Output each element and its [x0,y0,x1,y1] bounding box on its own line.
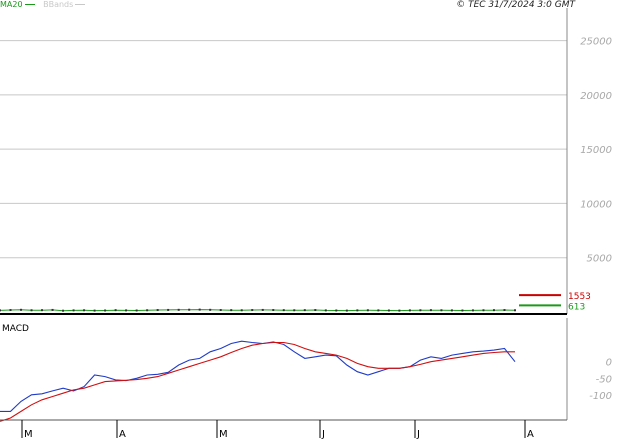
stock-chart-svg: 5000 10000 15000 20000 25000 1553613 MACD 0 -… [0,8,612,440]
price-bar-mark [9,309,12,312]
price-bar-mark [514,309,516,312]
price-y-tick-label: 20000 [580,91,612,102]
x-tick-label: M [219,429,228,440]
price-bar-mark [51,308,54,311]
price-bar-mark [0,309,1,312]
price-markers-group: 1553613 [519,292,591,312]
price-bar-mark [198,308,201,311]
legend-bbands-swatch [75,4,86,5]
price-bar-mark [482,309,485,312]
price-bar-mark [335,309,338,312]
legend-ma20-label: MA20 [0,0,23,9]
legend-ma20-swatch [24,4,35,5]
x-tick-label: J [321,429,325,440]
price-bar-mark [135,309,138,312]
price-bar-mark [240,309,243,312]
x-tick-label: M [24,429,33,440]
price-bar-mark [146,309,149,312]
price-bar-mark [366,309,369,312]
x-tick-label: J [416,429,420,440]
macd-y-tick-labels: 0 -50 -100 [589,358,612,402]
x-tick-label: A [119,429,126,440]
price-bar-mark [471,309,474,312]
price-bar-mark [20,308,23,311]
price-bar-mark [398,309,401,312]
copyright-notice: © TEC 31/7/2024 3:0 GMT [456,0,575,10]
price-bar-mark [440,309,443,312]
price-bar-mark [104,309,107,312]
price-bar-mark [251,309,254,312]
price-bar-mark [114,309,117,312]
price-bar-mark [356,309,359,312]
price-bar-mark [30,309,33,312]
price-bar-mark [125,309,128,312]
price-bar-mark [93,309,96,312]
macd-signal-line [0,341,515,422]
price-y-tick-labels: 5000 10000 15000 20000 25000 [580,37,612,265]
price-bar-mark [429,309,432,312]
price-bar-mark [450,309,453,312]
price-series-line [0,309,516,312]
price-bar-mark [41,309,44,312]
chart-root: 5000 10000 15000 20000 25000 1553 613 MACD 0 -… [0,0,627,440]
price-series-group [0,308,516,312]
macd-panel-title: MACD [2,324,29,334]
x-tick-label: A [527,429,534,440]
price-bar-mark [314,309,317,312]
price-y-tick-label: 25000 [580,37,612,48]
chart-legend: MA20 BBands [0,0,86,9]
x-axis-ticks: MAMJJA [21,420,534,440]
price-bar-mark [272,309,275,312]
price-bar-mark [345,309,348,312]
price-bar-mark [188,308,191,311]
price-marker-label: 1553 [568,292,591,302]
price-y-tick-label: 10000 [580,199,612,210]
price-bar-mark [209,308,212,311]
macd-line [0,340,516,412]
legend-bbands-label: BBands [43,0,74,9]
price-bar-mark [72,309,75,312]
price-bar-mark [293,309,296,312]
price-bar-mark [62,309,65,312]
price-bar-mark [167,308,170,311]
price-y-tick-label: 15000 [580,145,612,156]
price-bar-mark [461,309,464,312]
price-gridlines [0,40,567,259]
price-y-tick-label: 5000 [587,254,612,265]
price-bar-mark [230,309,233,312]
price-bar-mark [83,309,86,312]
price-marker-label: 613 [568,302,585,312]
price-bar-mark [408,309,411,312]
macd-series-group [0,340,516,422]
price-bar-mark [156,309,159,312]
price-bar-mark [377,309,380,312]
price-bar-mark [261,308,264,311]
price-bar-mark [419,309,422,312]
macd-y-tick-label: -50 [596,374,612,385]
price-bar-mark [387,309,390,312]
price-bar-mark [282,309,285,312]
price-bar-mark [219,309,222,312]
price-bar-mark [303,309,306,312]
price-bar-mark [503,309,506,312]
price-bar-mark [492,309,495,312]
macd-y-tick-label: 0 [606,358,612,369]
macd-y-tick-label: -100 [589,391,612,402]
price-bar-mark [177,308,180,311]
price-bar-mark [324,309,327,312]
